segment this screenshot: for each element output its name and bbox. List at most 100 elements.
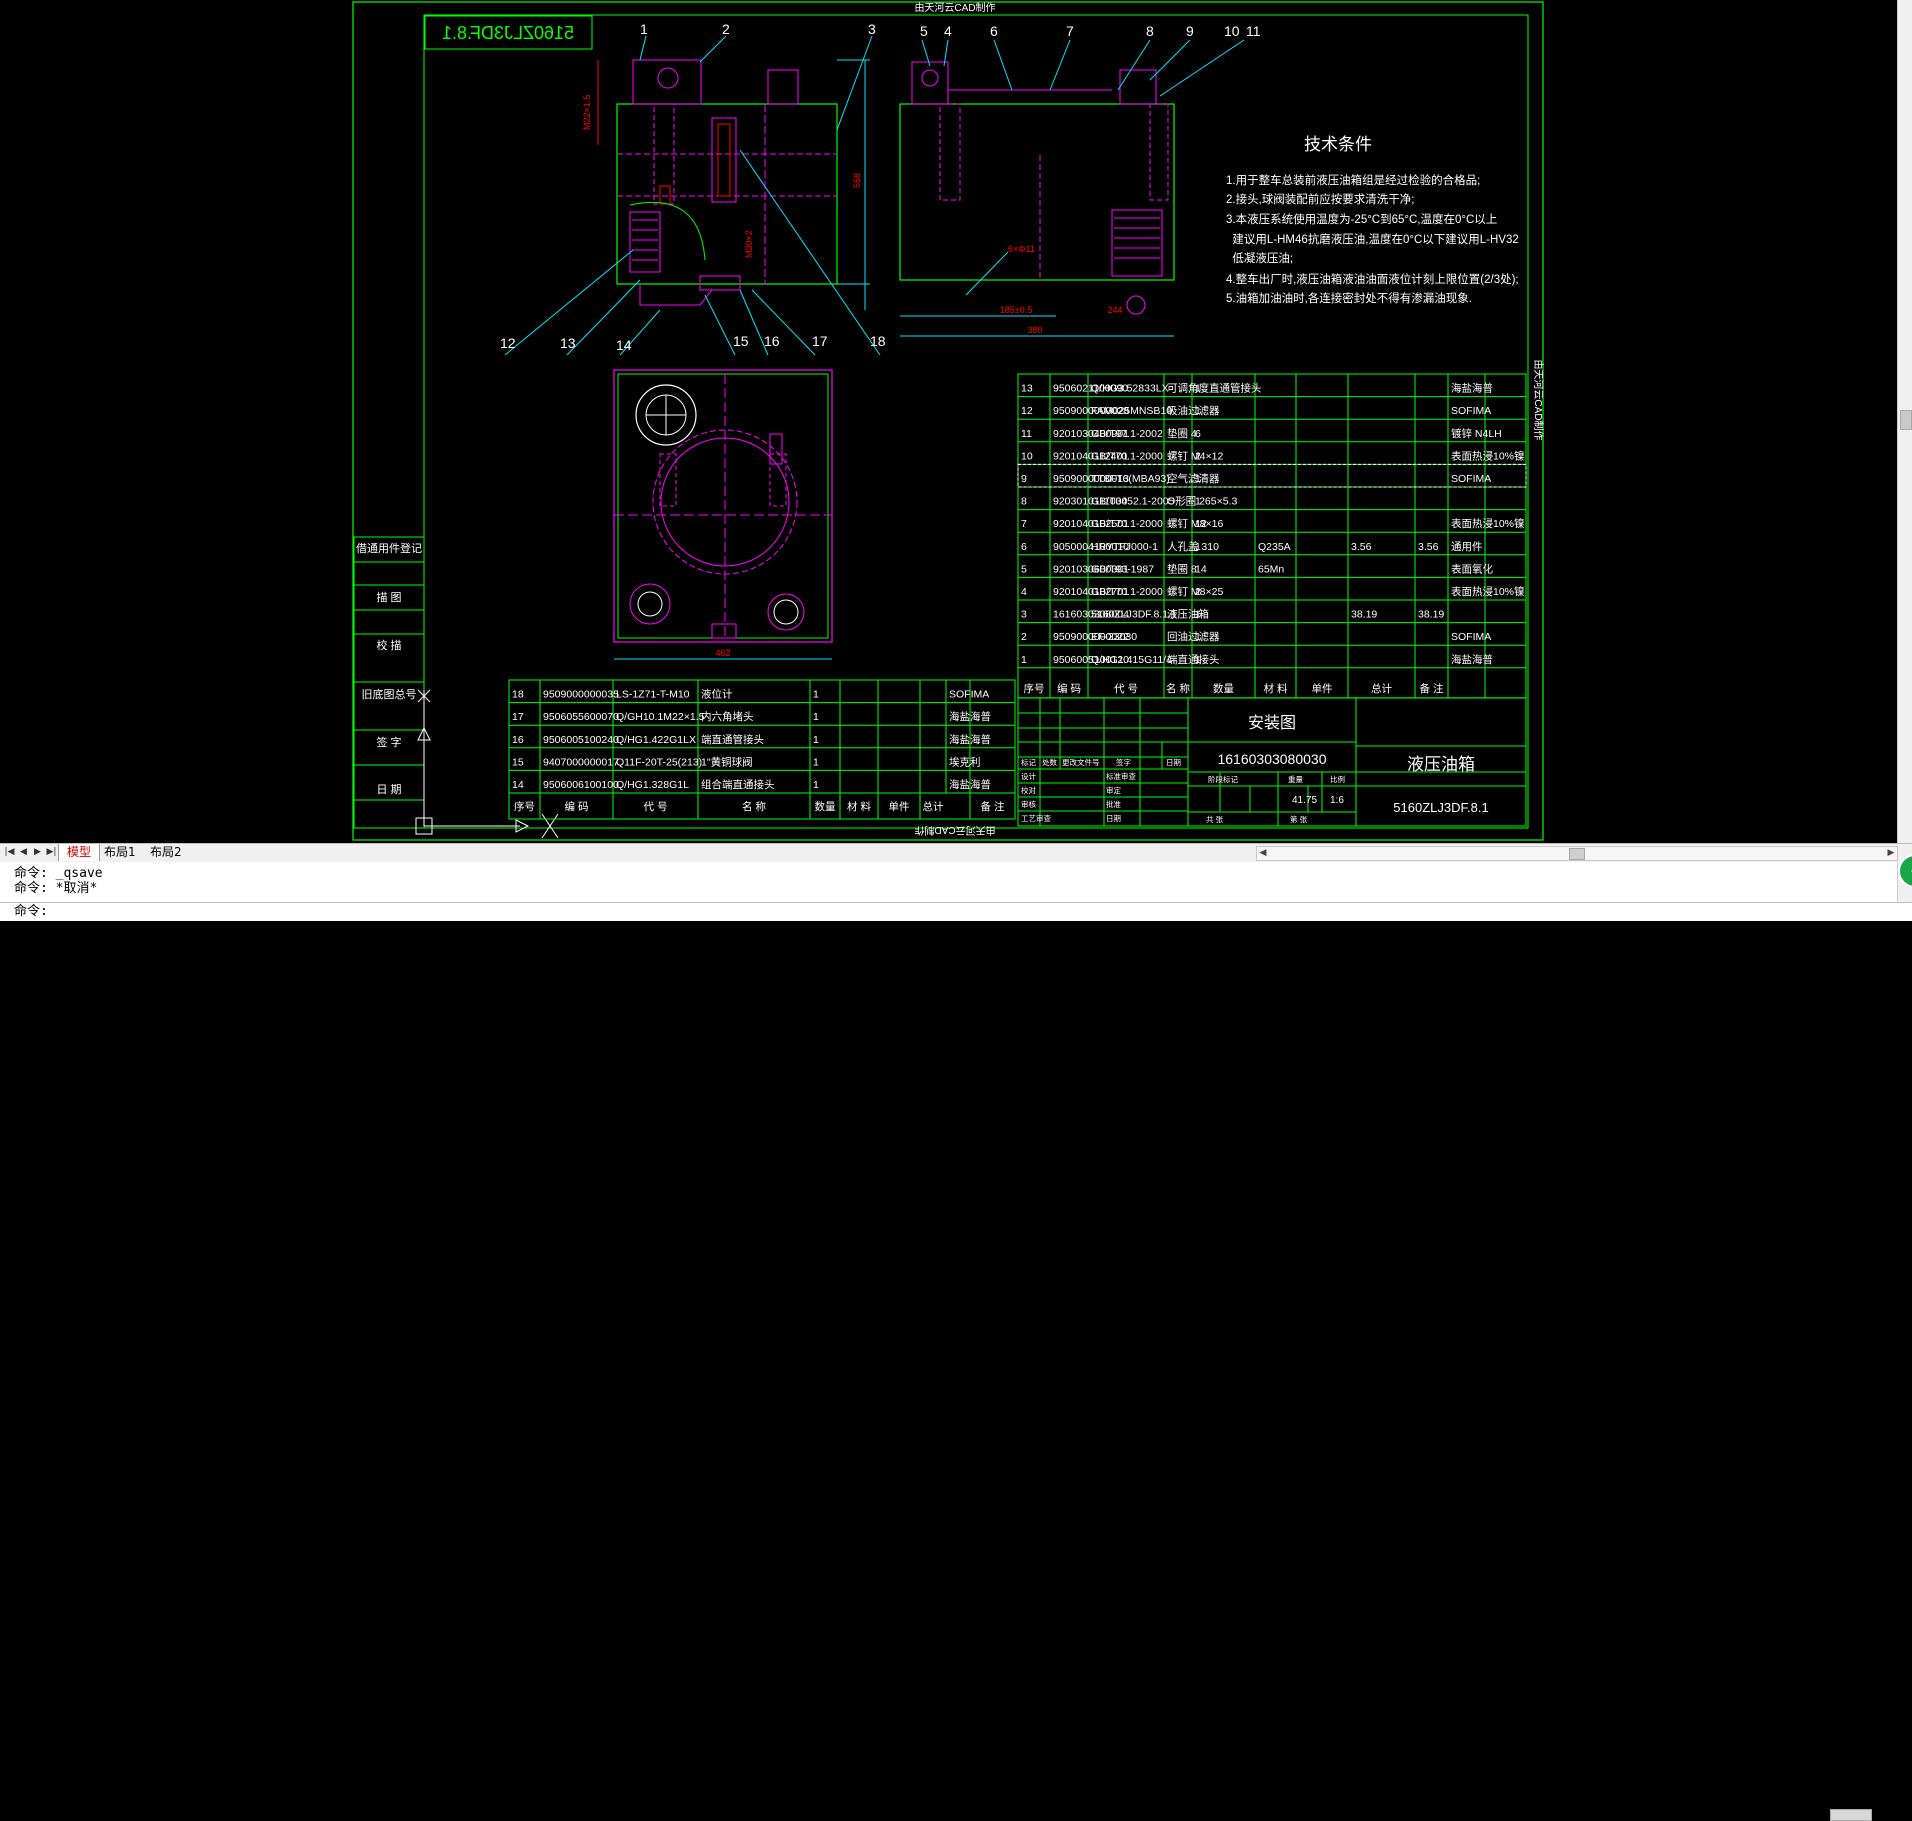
next-tab-icon[interactable]: ▶ <box>32 845 43 859</box>
horizontal-scroll-thumb[interactable] <box>1569 848 1585 860</box>
top-view[interactable]: 462 <box>613 369 833 660</box>
svg-text:重量: 重量 <box>1288 775 1304 784</box>
bom-cell: 1"黄铜球阀 <box>701 755 753 768</box>
bom-header: 名 称 <box>1166 682 1190 695</box>
bom-cell: 1 <box>1021 654 1027 666</box>
svg-text:14: 14 <box>616 337 632 353</box>
horizontal-scrollbar[interactable]: ◀ ▶ <box>1256 846 1898 861</box>
svg-text:8: 8 <box>1146 23 1154 39</box>
bom-cell: SOFIMA <box>1451 631 1491 643</box>
bom-cell: 9506055600070 <box>543 711 619 723</box>
bom-cell: 垫圈 4 <box>1167 427 1197 440</box>
svg-text:签 字: 签 字 <box>376 735 401 749</box>
svg-text:日期: 日期 <box>1106 814 1121 823</box>
drawing-canvas[interactable]: 由天河云CAD制作 由天河云CAD制作 由天河云CAD制作 5160ZLJ3DF… <box>0 0 1912 843</box>
bom-header: 总计 <box>1371 682 1393 695</box>
bom-cell: FAM025MNSB10 <box>1091 405 1172 417</box>
scroll-left-icon[interactable]: ◀ <box>1257 847 1269 860</box>
corner-code-mirrored: 5160ZLJ3DF.8.1 <box>442 23 574 43</box>
bom-cell: GB/T93-1987 <box>1091 563 1154 575</box>
bom-header: 名 称 <box>742 800 766 813</box>
bom-cell: 12 <box>1195 518 1207 530</box>
bom-cell: 埃克利 <box>949 755 981 768</box>
bom-cell: 4 <box>1021 586 1027 598</box>
svg-text:建议用L-HM46抗磨液压油,温度在0°C以下建议用L-HV: 建议用L-HM46抗磨液压油,温度在0°C以下建议用L-HV32 <box>1226 232 1519 246</box>
svg-text:1: 1 <box>640 21 648 37</box>
bom-cell: 3 <box>1021 609 1027 621</box>
bom-cell: 1 <box>1195 405 1201 417</box>
bom-cell: 2 <box>1195 586 1201 598</box>
command-history-line: 命令: *取消* <box>14 881 98 896</box>
svg-text:批准: 批准 <box>1106 799 1122 809</box>
bom-cell: 可调角度直通管接头 <box>1167 382 1262 395</box>
dim-m22: M22×1.5 <box>582 95 592 130</box>
bom-cell: 端直通接头 <box>1167 653 1220 666</box>
tab-layout2[interactable]: 布局2 <box>142 844 190 861</box>
bom-cell: 表面热浸10%镍 <box>1451 517 1525 530</box>
vertical-scrollbar[interactable] <box>1897 0 1912 843</box>
cad-drawing[interactable]: 由天河云CAD制作 由天河云CAD制作 由天河云CAD制作 5160ZLJ3DF… <box>0 0 1898 843</box>
svg-text:3.本液压系统使用温度为-25°C到65°C,温度在0°C以: 3.本液压系统使用温度为-25°C到65°C,温度在0°C以上 <box>1226 212 1497 226</box>
bom-cell: GB/T97.1-2002 <box>1091 428 1163 440</box>
first-tab-icon[interactable]: |◀ <box>4 845 15 859</box>
svg-text:标记: 标记 <box>1021 757 1037 767</box>
bom-cell: 2 <box>1195 450 1201 462</box>
bom-header: 编 码 <box>565 800 589 813</box>
bom-cell: TT8FT6(MBA93) <box>1091 473 1170 485</box>
bom-cell: 表面氧化 <box>1451 562 1493 575</box>
dim-568: 568 <box>852 173 862 188</box>
bom-header: 序号 <box>1024 682 1045 695</box>
bom-cell: 1 <box>1195 654 1201 666</box>
bom-cell: 表面热浸10%镍 <box>1451 585 1525 598</box>
title-drawing-no: 5160ZLJ3DF.8.1 <box>1393 800 1488 815</box>
bom-cell: 7 <box>1021 518 1027 530</box>
svg-text:10: 10 <box>1224 23 1240 39</box>
bom-cell: HRYTFJ000-1 <box>1091 541 1158 553</box>
bom-cell: 海盐海普 <box>949 733 991 746</box>
tab-model[interactable]: 模型 <box>58 844 101 861</box>
svg-text:4: 4 <box>944 23 952 39</box>
svg-text:签字: 签字 <box>1116 757 1131 767</box>
bom-cell: 12 <box>1021 405 1033 417</box>
svg-text:15: 15 <box>733 333 749 349</box>
bom-header: 代 号 <box>644 801 668 813</box>
bom-cell: 38.19 <box>1351 609 1377 621</box>
svg-text:日期: 日期 <box>1166 758 1181 767</box>
svg-text:工艺审查: 工艺审查 <box>1021 813 1051 823</box>
scroll-right-icon[interactable]: ▶ <box>1885 847 1897 860</box>
bom-cell: 垫圈 8 <box>1167 562 1197 575</box>
bom-cell: 5 <box>1021 563 1027 575</box>
dim-6x11: 6×Φ11 <box>1008 244 1035 254</box>
bom-header: 数量 <box>1213 682 1235 695</box>
title-name: 液压油箱 <box>1407 755 1475 774</box>
last-tab-icon[interactable]: ▶| <box>46 845 57 859</box>
dim-m30: M30×2 <box>744 230 754 258</box>
svg-text:41.75: 41.75 <box>1292 795 1317 806</box>
bom-cell: Q235A <box>1258 541 1291 553</box>
bom-cell: 9407000000017 <box>543 756 619 768</box>
svg-text:标准审查: 标准审查 <box>1106 771 1136 781</box>
layout-tab-bar: |◀ ◀ ▶ ▶| 模型 布局1 布局2 ◀ ▶ <box>0 843 1912 863</box>
bom-cell: LS-1Z71-T-M10 <box>616 689 690 701</box>
bom-cell: Q/HG1.422G1LX <box>616 734 696 746</box>
bom-cell: 海盐海普 <box>1451 653 1493 666</box>
svg-text:日 期: 日 期 <box>376 783 401 796</box>
tab-layout1[interactable]: 布局1 <box>96 844 144 861</box>
command-resize-handle[interactable] <box>1830 1809 1872 1821</box>
watermark-side: 由天河云CAD制作 <box>1532 359 1545 440</box>
svg-text:9: 9 <box>1186 23 1194 39</box>
svg-text:1:6: 1:6 <box>1330 795 1344 806</box>
svg-text:5.油箱加油油时,各连接密封处不得有渗漏油现象.: 5.油箱加油油时,各连接密封处不得有渗漏油现象. <box>1226 291 1472 305</box>
front-view[interactable]: 568 M22×1.5 M30×2 <box>582 59 870 310</box>
title-block: 安装图 16160303080030 液压油箱 5160ZLJ3DF.8.1 标… <box>1017 697 1527 827</box>
vertical-scroll-thumb[interactable] <box>1900 410 1912 430</box>
bom-cell: Q11F-20T-25(213) <box>616 756 702 768</box>
svg-text:12: 12 <box>500 335 516 351</box>
svg-text:2.接头,球阀装配前应按要求清洗干净;: 2.接头,球阀装配前应按要求清洗干净; <box>1226 192 1414 206</box>
command-prompt: 命令: <box>14 904 48 919</box>
prev-tab-icon[interactable]: ◀ <box>18 845 29 859</box>
bom-cell: 14 <box>1195 563 1207 575</box>
command-input[interactable] <box>62 904 1766 920</box>
svg-text:比例: 比例 <box>1330 774 1345 784</box>
side-view[interactable]: 380 185±0.5 244 6×Φ11 <box>899 61 1175 337</box>
